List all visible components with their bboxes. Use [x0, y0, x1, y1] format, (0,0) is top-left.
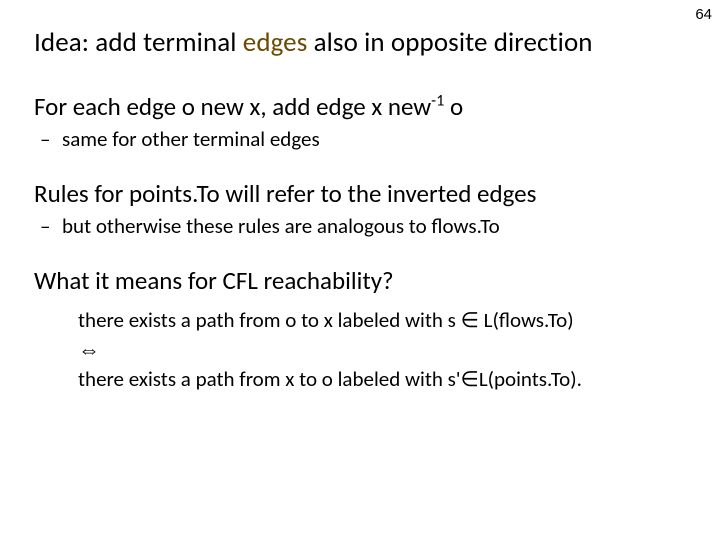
point-edge-rule-text-b: o [444, 91, 463, 122]
slide: 64 Idea: add terminal edges also in oppo… [0, 0, 720, 540]
cfl-explanation: there exists a path from o to x labeled … [78, 306, 686, 394]
cfl-line-1: there exists a path from o to x labeled … [78, 306, 686, 335]
point-pointsto: Rules for points.To will refer to the in… [34, 178, 686, 209]
point-edge-rule-text-a: For each edge o new x, add edge x new [34, 91, 431, 122]
element-of-icon: ∈ [461, 368, 479, 391]
cfl-line-2: there exists a path from x to o labeled … [78, 365, 686, 394]
iff-icon: ⇔ [78, 335, 686, 365]
title-text-post: also in opposite direction [307, 26, 592, 59]
cfl-line-1a: there exists a path from o to x labeled … [78, 307, 461, 333]
element-of-icon: ∈ [461, 309, 479, 332]
subpoint-analogous: but otherwise these rules are analogous … [62, 213, 686, 239]
subpoint-other-terminal: same for other terminal edges [62, 126, 686, 152]
slide-content: Idea: add terminal edges also in opposit… [34, 26, 686, 394]
slide-title: Idea: add terminal edges also in opposit… [34, 26, 686, 59]
title-link-word: edges [243, 26, 308, 59]
superscript-inverse: -1 [431, 92, 444, 111]
point-cfl-question: What it means for CFL reachability? [34, 265, 686, 296]
cfl-line-2b: L(points.To). [479, 366, 582, 392]
point-edge-rule: For each edge o new x, add edge x new-1 … [34, 91, 686, 122]
cfl-line-1b: L(flows.To) [479, 307, 574, 333]
page-number: 64 [695, 6, 712, 23]
cfl-line-2a: there exists a path from x to o labeled … [78, 366, 461, 392]
title-text-pre: Idea: add terminal [34, 26, 243, 59]
